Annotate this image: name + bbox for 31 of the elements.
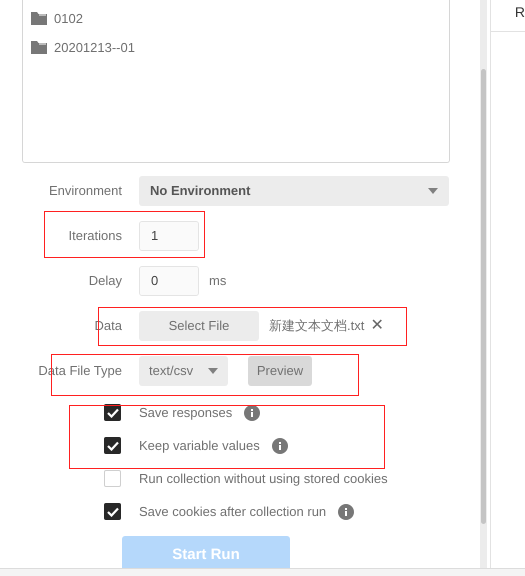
folder-icon bbox=[31, 12, 47, 25]
checkbox[interactable] bbox=[104, 404, 121, 421]
caret-icon bbox=[208, 368, 218, 374]
file-type-select[interactable]: text/csv bbox=[139, 356, 228, 386]
unit-label: ms bbox=[209, 272, 226, 290]
folder-icon bbox=[31, 41, 47, 54]
checkbox[interactable] bbox=[104, 470, 121, 487]
checkbox[interactable] bbox=[104, 503, 121, 520]
close-button[interactable]: ✕ bbox=[370, 318, 384, 334]
info-icon[interactable] bbox=[338, 504, 354, 520]
preview-button[interactable]: Preview bbox=[248, 356, 312, 386]
option-label: Save cookies after collection run bbox=[139, 502, 326, 521]
environment-select[interactable]: No Environment bbox=[139, 176, 449, 206]
file-name: 新建文本文档.txt bbox=[269, 317, 364, 336]
iterations-input[interactable]: 1 bbox=[139, 221, 199, 251]
scrollbar-thumb[interactable] bbox=[480, 69, 486, 524]
field-label: Iterations bbox=[68, 228, 122, 244]
option-label: Keep variable values bbox=[139, 436, 260, 455]
info-icon[interactable] bbox=[272, 438, 288, 454]
field-label: Environment bbox=[49, 183, 122, 198]
info-icon[interactable] bbox=[244, 404, 260, 420]
folder-name[interactable]: 20201213--01 bbox=[54, 38, 135, 58]
checkbox[interactable] bbox=[104, 437, 121, 454]
field-label: Delay bbox=[88, 273, 122, 288]
select-file-button[interactable]: Select File bbox=[139, 311, 259, 341]
option-label: Run collection without using stored cookies bbox=[139, 470, 388, 488]
column-header: R bbox=[514, 4, 525, 20]
delay-input[interactable]: 0 bbox=[139, 266, 199, 296]
caret-icon bbox=[428, 188, 438, 194]
folder-name[interactable]: 0102 bbox=[54, 8, 83, 28]
option-label: Save responses bbox=[139, 404, 232, 422]
